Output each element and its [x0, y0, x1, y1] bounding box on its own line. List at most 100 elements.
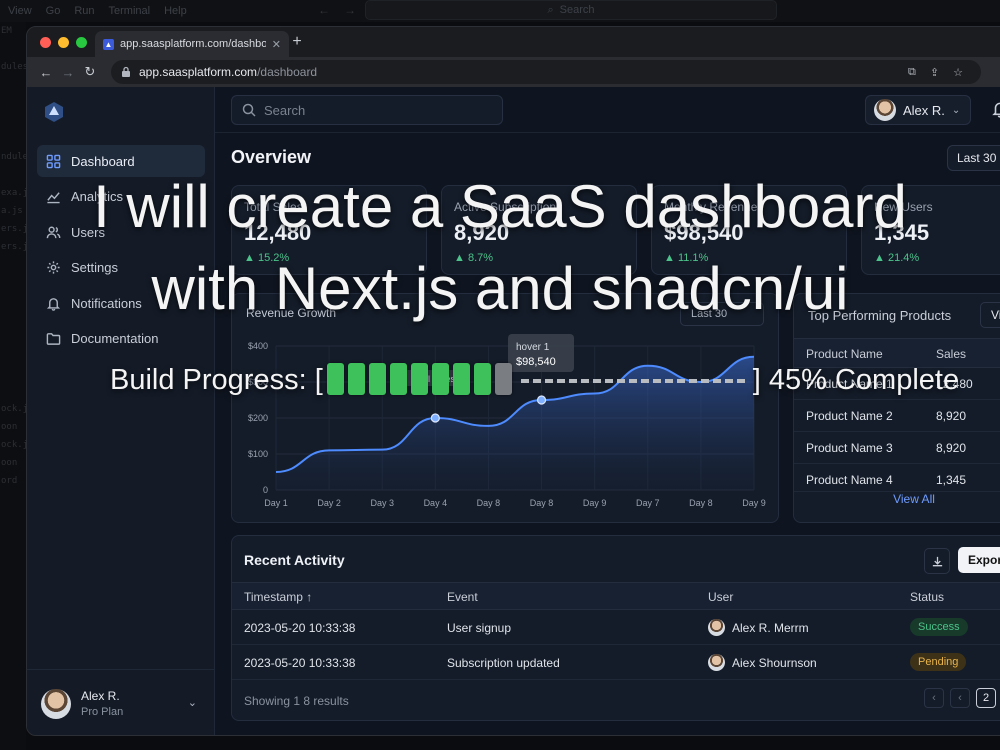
- minimize-window-button[interactable]: [58, 36, 69, 48]
- search-input[interactable]: [264, 102, 484, 118]
- table-row[interactable]: 2023-05-20 10:33:38 Subscription updated…: [232, 645, 1000, 680]
- browser-window: ▲ app.saasplatform.com/dashbo ✕ + ← → ↻ …: [26, 26, 1000, 736]
- table-row[interactable]: Product Name 3 8,920: [794, 432, 1000, 464]
- product-name: Product Name 3: [806, 441, 893, 455]
- activity-table-header: Timestamp ↑ Event User Status: [232, 582, 1000, 610]
- file-list-item: [0, 328, 26, 346]
- first-page-button[interactable]: ‹: [924, 688, 944, 708]
- sidebar-item-settings[interactable]: Settings: [37, 252, 205, 284]
- app-logo-icon[interactable]: [43, 101, 65, 123]
- window-controls: [27, 36, 87, 48]
- sidebar-item-users[interactable]: Users: [37, 216, 205, 248]
- sidebar-item-label: Notifications: [71, 295, 142, 311]
- close-tab-icon[interactable]: ✕: [272, 38, 281, 51]
- x-tick-label: Day 8: [530, 498, 554, 508]
- page-button[interactable]: 2: [976, 688, 996, 708]
- os-menu-item[interactable]: Terminal: [109, 5, 151, 17]
- browser-toolbar: ← → ↻ app.saasplatform.com/dashboard ⧉ ⇪…: [27, 57, 1000, 87]
- forward-arrow-icon[interactable]: →: [344, 3, 356, 17]
- close-window-button[interactable]: [40, 36, 51, 48]
- chevron-down-icon[interactable]: ⌄: [188, 696, 197, 709]
- chart-data-point[interactable]: [430, 413, 440, 423]
- address-bar[interactable]: app.saasplatform.com/dashboard ⧉ ⇪ ☆: [111, 60, 981, 84]
- chart-data-point[interactable]: [536, 395, 547, 405]
- sidebar-item-label: Analytics: [71, 189, 124, 204]
- x-tick-label: Day 2: [317, 498, 341, 508]
- main-content: Alex R. ⌄ Overview Last 30 D Total Sales…: [215, 87, 1000, 735]
- table-row[interactable]: Product Name 4 1,345: [794, 464, 1000, 492]
- chart-area-fill: [276, 356, 754, 490]
- os-menu-item[interactable]: Help: [164, 5, 187, 17]
- back-button[interactable]: ←: [35, 65, 57, 80]
- pagination: ‹ ‹ 2: [924, 688, 996, 708]
- file-list-item: [0, 76, 26, 94]
- install-app-icon[interactable]: ⧉: [908, 66, 916, 79]
- user-menu-button[interactable]: Alex R. ⌄: [865, 95, 971, 125]
- x-tick-label: Day 1: [264, 498, 288, 508]
- date-range-button[interactable]: Last 30 D: [947, 145, 1000, 171]
- prev-page-button[interactable]: ‹: [950, 688, 970, 708]
- sidebar-user-plan: Pro Plan: [81, 706, 124, 718]
- search-box[interactable]: [231, 95, 503, 125]
- stat-value: $98,540: [664, 220, 744, 245]
- x-tick-label: Day 8: [689, 498, 713, 508]
- file-list-item: [0, 292, 26, 310]
- trend-up-icon: ▲: [874, 252, 888, 264]
- results-count: Showing 1 8 results: [244, 694, 349, 708]
- download-button[interactable]: [924, 548, 950, 574]
- view-all-link[interactable]: View All: [794, 492, 1000, 506]
- url-path: /dashboard: [257, 65, 318, 79]
- file-list-item: [0, 310, 26, 328]
- reload-button[interactable]: ↻: [79, 64, 101, 80]
- forward-button[interactable]: →: [57, 65, 79, 80]
- file-list-item: oon: [1, 422, 18, 432]
- trend-up-icon: ▲: [244, 252, 258, 264]
- revenue-chart-card: Revenue Growth Last 30 $400 $300 $200 $100 0…: [231, 293, 779, 523]
- column-header-status[interactable]: Status: [910, 590, 944, 604]
- os-menu-item[interactable]: Go: [46, 5, 61, 17]
- users-icon: [46, 226, 61, 238]
- sidebar-user-menu[interactable]: Alex R. Pro Plan ⌄: [27, 669, 215, 735]
- sidebar-item-notifications[interactable]: Notifications: [37, 287, 205, 319]
- os-menu-item[interactable]: Run: [74, 5, 94, 17]
- avatar: [708, 654, 725, 671]
- search-icon: ⌕: [547, 3, 554, 16]
- table-row[interactable]: Product Name 1 12,480: [794, 368, 1000, 400]
- file-list-item: [0, 94, 26, 112]
- bell-icon[interactable]: [991, 100, 1000, 118]
- x-tick-label: Day 3: [370, 498, 394, 508]
- share-icon[interactable]: ⇪: [930, 66, 939, 79]
- user-cell: Aiex Shournson: [708, 654, 817, 671]
- revenue-chart[interactable]: $400 $300 $200 $100 0 Day 1 Day 2 Day 3 Day 4 Da…: [232, 294, 780, 524]
- avatar: [708, 619, 725, 636]
- column-header-event[interactable]: Event: [447, 590, 478, 604]
- x-tick-label: Day 8: [477, 498, 501, 508]
- x-tick-label: Day 4: [424, 498, 448, 508]
- column-header-timestamp[interactable]: Timestamp ↑: [244, 590, 312, 604]
- export-button[interactable]: Export: [958, 547, 1000, 573]
- new-tab-button[interactable]: +: [289, 33, 305, 51]
- sidebar-item-dashboard[interactable]: Dashboard: [37, 145, 205, 177]
- column-header[interactable]: Sales: [936, 347, 966, 361]
- column-header[interactable]: Product Name: [806, 347, 883, 361]
- status-cell: Pending: [910, 653, 967, 671]
- maximize-window-button[interactable]: [76, 36, 87, 48]
- gear-icon: [47, 261, 60, 274]
- back-arrow-icon[interactable]: ←: [318, 3, 330, 17]
- os-menu-item[interactable]: View: [8, 5, 32, 17]
- column-header-user[interactable]: User: [708, 590, 733, 604]
- browser-tab[interactable]: ▲ app.saasplatform.com/dashbo ✕: [95, 31, 289, 57]
- stat-card: Total Sales 12,480 ▲ 15.2%: [231, 185, 427, 275]
- chart-point-label: Total Sales: [404, 370, 466, 386]
- products-view-button[interactable]: View: [980, 302, 1000, 328]
- bookmark-star-icon[interactable]: ☆: [953, 66, 963, 79]
- table-row[interactable]: 2023-05-20 10:33:38 User signup Alex R. …: [232, 610, 1000, 645]
- sidebar-item-analytics[interactable]: Analytics: [37, 181, 205, 213]
- file-list-item: [0, 256, 26, 274]
- timestamp-cell: 2023-05-20 10:33:38: [244, 656, 356, 670]
- event-cell: Subscription updated: [447, 656, 560, 670]
- table-row[interactable]: Product Name 2 8,920: [794, 400, 1000, 432]
- x-tick-label: Day 9: [583, 498, 607, 508]
- os-search-box[interactable]: ⌕ Search: [365, 0, 777, 20]
- sidebar-item-documentation[interactable]: Documentation: [37, 323, 205, 355]
